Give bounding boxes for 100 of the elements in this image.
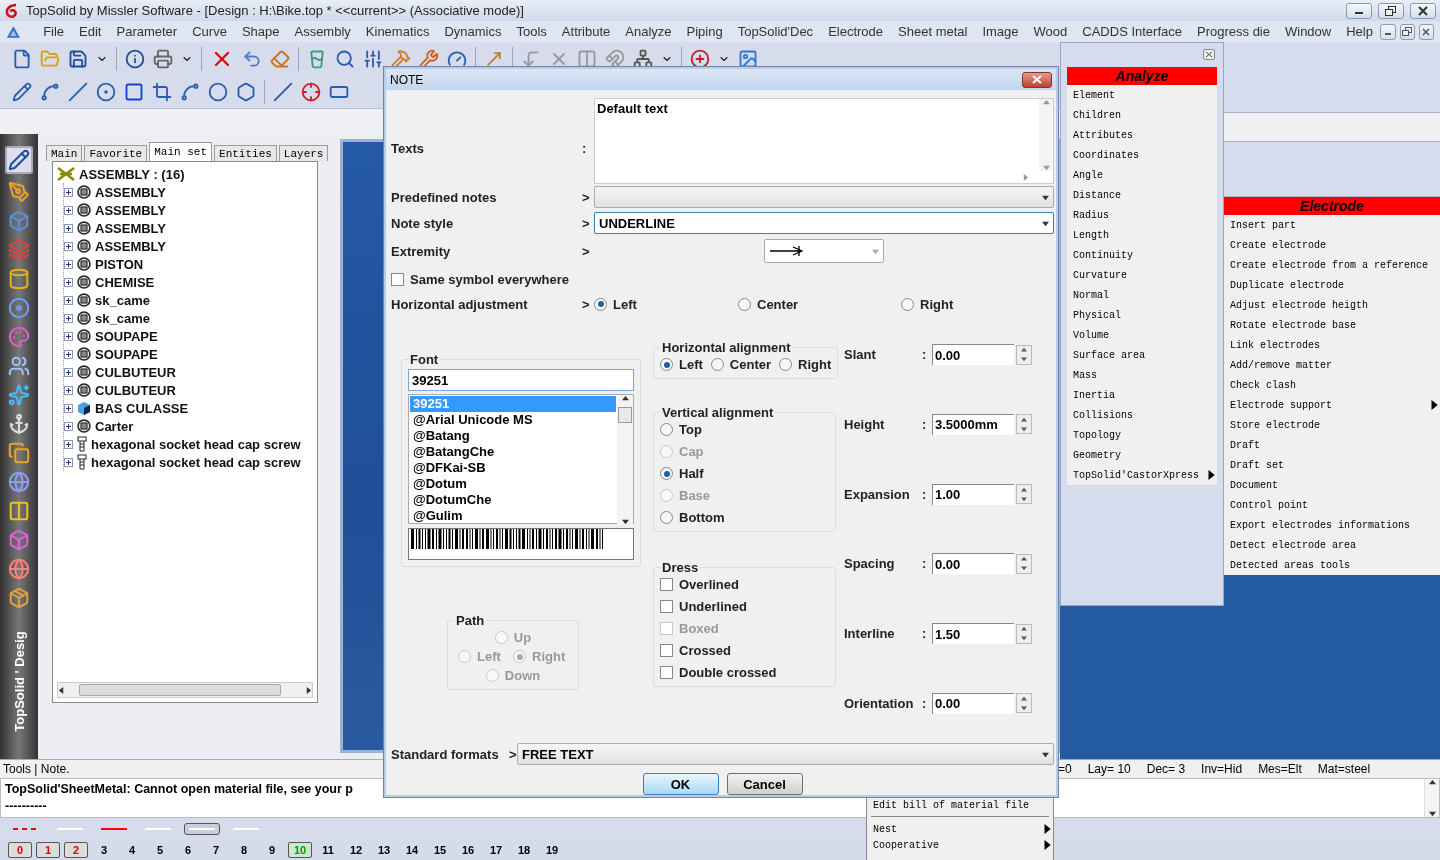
pencil-icon[interactable]: [12, 81, 32, 102]
menu-item[interactable]: Attributes: [1067, 125, 1217, 145]
menu-item[interactable]: Normal: [1067, 285, 1217, 305]
menu-item[interactable]: Kinematics: [358, 24, 437, 39]
menu-item[interactable]: TopSolid'Dec: [730, 24, 821, 39]
menu-item[interactable]: Geometry: [1067, 445, 1217, 465]
layer-button[interactable]: 8: [232, 842, 256, 858]
expand-icon[interactable]: [64, 187, 73, 197]
undo-icon[interactable]: [242, 48, 262, 69]
expand-icon[interactable]: [64, 241, 73, 251]
menu-item[interactable]: Piping: [679, 24, 731, 39]
number-field[interactable]: 1.50: [932, 623, 1014, 645]
note-style-dropdown[interactable]: UNDERLINE: [594, 212, 1054, 234]
menu-item[interactable]: Parameter: [109, 24, 185, 39]
layer-button[interactable]: 12: [344, 842, 368, 858]
menu-item[interactable]: Help: [1338, 24, 1381, 39]
tree-item[interactable]: sk_came: [95, 292, 150, 308]
spinner[interactable]: [1016, 344, 1032, 365]
tree-item[interactable]: hexagonal socket head cap screw: [91, 454, 301, 470]
tree-item[interactable]: ASSEMBLY: [95, 202, 167, 218]
menu-item[interactable]: Mass: [1067, 365, 1217, 385]
expand-icon[interactable]: [64, 457, 73, 467]
layer-button[interactable]: 18: [512, 842, 536, 858]
curve-icon[interactable]: [180, 81, 200, 102]
menu-item[interactable]: Draft set: [1224, 455, 1440, 475]
radio-button[interactable]: [710, 358, 724, 371]
menu-item[interactable]: TopSolid'CastorXpress: [1067, 465, 1217, 485]
tree-item[interactable]: Carter: [95, 418, 134, 434]
dialog-button[interactable]: Cancel: [726, 773, 803, 795]
radio-button[interactable]: [660, 511, 673, 524]
cube-icon[interactable]: [8, 210, 30, 232]
tab[interactable]: Main set: [149, 142, 213, 161]
menu-item[interactable]: Draft: [1224, 435, 1440, 455]
save-icon[interactable]: [68, 48, 88, 69]
tree-item[interactable]: BAS CULASSE: [95, 400, 189, 416]
menu-item[interactable]: Create electrode: [1224, 235, 1440, 255]
menu-item[interactable]: Progress die: [1189, 24, 1278, 39]
expand-icon[interactable]: [64, 439, 73, 449]
layer-button[interactable]: 5: [148, 842, 172, 858]
menu-item[interactable]: Wood: [1026, 24, 1075, 39]
checkbox[interactable]: [391, 272, 404, 286]
anchor-icon[interactable]: [8, 413, 30, 435]
close-button[interactable]: [1022, 71, 1052, 88]
menu-item[interactable]: Curvature: [1067, 265, 1217, 285]
number-field[interactable]: 0.00: [932, 344, 1014, 365]
expand-icon[interactable]: [64, 367, 73, 377]
menu-item[interactable]: Inertia: [1067, 385, 1217, 405]
tab[interactable]: Favorite: [84, 145, 148, 161]
expand-icon[interactable]: [64, 205, 73, 215]
minimize-button[interactable]: [1380, 23, 1396, 40]
spinner[interactable]: [1016, 414, 1032, 435]
close-panel-button[interactable]: [1203, 49, 1215, 60]
globe-icon[interactable]: [8, 558, 30, 580]
search-icon[interactable]: [335, 48, 355, 69]
crosshair-icon[interactable]: [301, 81, 321, 102]
magnet-icon[interactable]: [605, 48, 625, 69]
menu-item[interactable]: Sheet metal: [890, 24, 975, 39]
sliders-icon[interactable]: [363, 48, 383, 69]
glass-icon[interactable]: [307, 48, 327, 69]
tree-item[interactable]: ASSEMBLY : (16): [79, 166, 185, 182]
tab[interactable]: Layers: [278, 145, 329, 161]
list-item[interactable]: @BatangChe: [410, 444, 616, 460]
radio-button[interactable]: [660, 423, 673, 436]
tree-item[interactable]: ASSEMBLY: [95, 220, 167, 236]
menu-item[interactable]: Export electrodes informations: [1224, 515, 1440, 535]
tree-item[interactable]: CULBUTEUR: [95, 382, 176, 398]
image-icon[interactable]: [738, 48, 758, 69]
radio-button[interactable]: [738, 297, 751, 311]
layer-button[interactable]: 0: [8, 842, 32, 858]
tree-item[interactable]: ASSEMBLY: [95, 238, 167, 254]
standard-formats-dropdown[interactable]: FREE TEXT: [517, 743, 1054, 765]
menu-item[interactable]: Create electrode from a reference: [1224, 255, 1440, 275]
layer-button[interactable]: 6: [176, 842, 200, 858]
layer-button[interactable]: 4: [120, 842, 144, 858]
menu-item[interactable]: Analyze: [617, 24, 679, 39]
number-field[interactable]: 1.00: [932, 483, 1014, 505]
printer-icon[interactable]: [153, 48, 173, 69]
menu-item[interactable]: File: [35, 24, 72, 39]
expand-icon[interactable]: [64, 421, 73, 431]
extremity-dropdown[interactable]: [764, 239, 884, 263]
radio-button[interactable]: [901, 297, 914, 311]
close-button[interactable]: [1418, 23, 1434, 40]
menu-item[interactable]: Collisions: [1067, 405, 1217, 425]
radio-button[interactable]: [660, 467, 673, 480]
layer-button[interactable]: 7: [204, 842, 228, 858]
hammer-icon[interactable]: [391, 48, 411, 69]
file-icon[interactable]: [12, 48, 32, 69]
menu-item[interactable]: Attribute: [554, 24, 618, 39]
menu-item[interactable]: Angle: [1067, 165, 1217, 185]
menu-item[interactable]: Window: [1277, 24, 1339, 39]
layer-button[interactable]: 3: [92, 842, 116, 858]
expand-icon[interactable]: [64, 223, 73, 233]
number-field[interactable]: 3.5000mm: [932, 413, 1014, 435]
expand-icon[interactable]: [64, 313, 73, 323]
tree-item[interactable]: CULBUTEUR: [95, 364, 176, 380]
menu-item[interactable]: Dynamics: [436, 24, 509, 39]
tree-item[interactable]: CHEMISE: [95, 274, 155, 290]
menu-item[interactable]: Element: [1067, 85, 1217, 105]
menu-item[interactable]: Curve: [184, 24, 235, 39]
box-icon[interactable]: [8, 529, 30, 551]
